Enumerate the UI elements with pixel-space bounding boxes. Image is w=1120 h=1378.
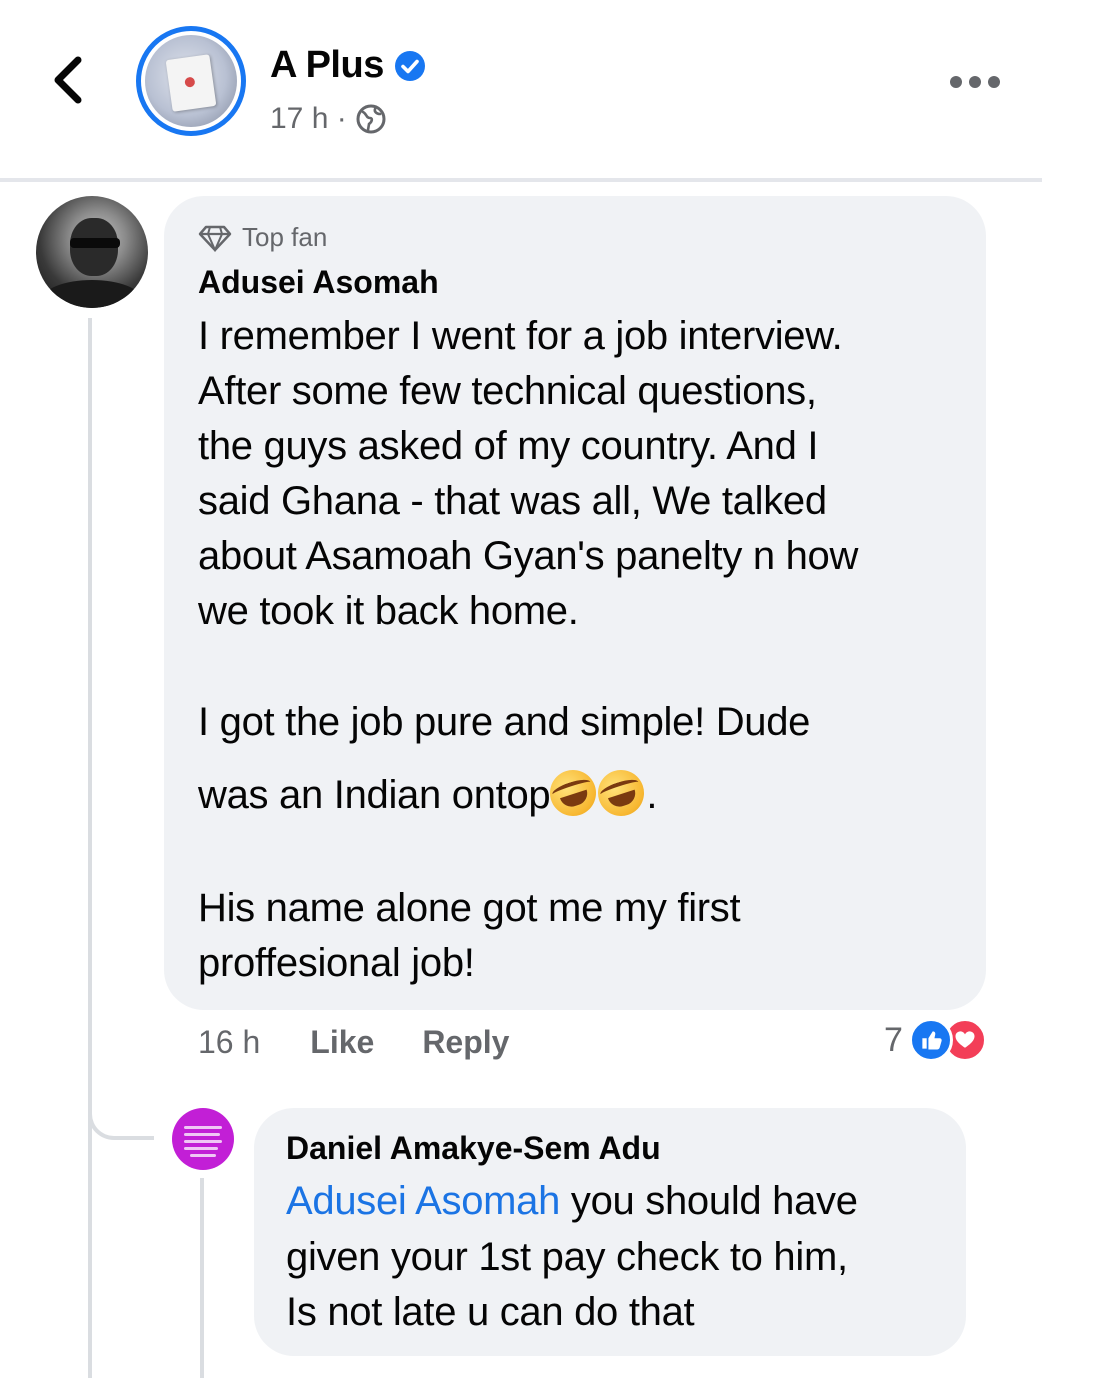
post-meta: 17 h · (270, 102, 387, 136)
top-fan-badge: Top fan (198, 222, 327, 253)
comment-line: was an Indian ontop (198, 773, 551, 817)
diamond-icon (198, 225, 232, 252)
reactions-summary[interactable]: 7 (884, 1018, 987, 1062)
comment-author[interactable]: Adusei Asomah (198, 264, 439, 301)
like-reaction-icon (908, 1018, 953, 1062)
comment-line: I got the job pure and simple! Dude (198, 700, 811, 744)
verified-badge-icon (394, 50, 425, 81)
reply-author-avatar[interactable] (172, 1108, 234, 1170)
top-fan-label: Top fan (242, 222, 328, 252)
reply-line: Adusei Asomah you should have (286, 1179, 858, 1224)
back-arrow-icon[interactable] (40, 50, 100, 110)
reply-line: Is not late u can do that (286, 1290, 695, 1334)
comment-line-with-emoji: was an Indian ontop. (198, 764, 658, 822)
page-name[interactable]: A Plus (270, 44, 384, 87)
comment-line: about Asamoah Gyan's panelty n how (198, 534, 859, 578)
comment-line: proffesional job! (198, 941, 475, 985)
reaction-count: 7 (884, 1020, 903, 1059)
reply-thread-line (200, 1178, 204, 1378)
reply-line: given your 1st pay check to him, (286, 1235, 848, 1279)
comment-line: the guys asked of my country. And I (198, 424, 819, 468)
globe-icon (356, 104, 386, 134)
comment-line: His name alone got me my first (198, 886, 741, 930)
thread-line (88, 318, 92, 1378)
comment-line: said Ghana - that was all, We talked (198, 479, 827, 523)
reply-author[interactable]: Daniel Amakye-Sem Adu (286, 1130, 661, 1167)
comment-time[interactable]: 16 h (198, 1024, 260, 1061)
comment-line: we took it back home. (198, 589, 579, 633)
reply-connector-line (88, 1100, 154, 1140)
rolling-on-floor-laughing-emoji-icon (544, 764, 603, 822)
more-options-icon[interactable] (950, 72, 1000, 92)
commenter-avatar[interactable] (36, 196, 148, 308)
like-button[interactable]: Like (310, 1024, 374, 1061)
post-time[interactable]: 17 h · (270, 102, 347, 136)
rolling-on-floor-laughing-emoji-icon (592, 764, 651, 822)
comment-line: After some few technical questions, (198, 369, 817, 413)
header-divider (0, 178, 1042, 182)
comment-line: I remember I went for a job interview. (198, 314, 843, 358)
comment-line-end: . (646, 773, 658, 817)
mention-link[interactable]: Adusei Asomah (286, 1179, 560, 1223)
reply-button[interactable]: Reply (422, 1024, 509, 1061)
comment-actions: 16 h Like Reply (198, 1024, 509, 1061)
page-avatar[interactable] (136, 26, 246, 136)
reply-line-rest: you should have (560, 1179, 858, 1223)
